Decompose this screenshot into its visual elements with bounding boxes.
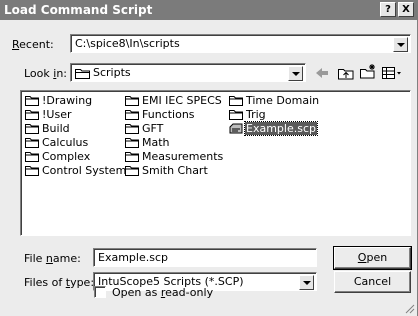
file-name-label: File name:	[24, 252, 81, 265]
list-item-label: Control Systems	[42, 164, 133, 177]
list-item-label: Measurements	[142, 150, 224, 163]
window-title: Load Command Script	[4, 3, 153, 17]
help-button[interactable]: ?	[380, 2, 396, 17]
close-icon: X	[402, 4, 410, 15]
list-item-label: Calculus	[42, 136, 89, 149]
read-only-checkbox[interactable]	[94, 286, 106, 298]
script-file-icon	[229, 123, 243, 134]
list-item-label: Time Domain	[246, 94, 320, 107]
look-in-value: Scripts	[93, 66, 131, 79]
recent-dropdown-button[interactable]	[393, 37, 408, 52]
file-list[interactable]: !Drawing !User Build Calculus Complex Control…	[20, 90, 411, 236]
folder-icon	[75, 69, 90, 79]
list-item-label: Functions	[142, 108, 195, 121]
list-item-label: EMI IEC SPECS	[142, 94, 222, 107]
folder-icon	[125, 96, 139, 106]
look-in-label: Look in:	[24, 67, 68, 80]
folder-icon	[125, 110, 139, 120]
read-only-label: Open as read-only	[112, 286, 214, 299]
folder-icon	[25, 96, 39, 106]
close-button[interactable]: X	[398, 2, 414, 17]
cancel-button[interactable]: Cancel	[334, 271, 411, 293]
new-folder-icon[interactable]	[358, 62, 378, 80]
folder-icon	[25, 152, 39, 162]
resize-grip-icon[interactable]	[403, 302, 415, 314]
list-item-label: Trig	[246, 108, 266, 121]
folder-icon	[25, 138, 39, 148]
list-item-label: !Drawing	[42, 94, 93, 107]
folder-icon	[25, 124, 39, 134]
view-menu-icon[interactable]	[380, 64, 406, 82]
title-bar: Load Command Script ? X	[0, 0, 418, 20]
list-item-label: Smith Chart	[142, 164, 208, 177]
file-type-dropdown-button[interactable]	[299, 275, 314, 290]
recent-path-value: C:\spice8\In\scripts	[75, 37, 180, 50]
folder-icon	[229, 110, 243, 120]
look-in-dropdown-button[interactable]	[288, 66, 303, 81]
file-name-input[interactable]: Example.scp	[93, 248, 317, 267]
folder-icon	[125, 166, 139, 176]
list-item-label: Example.scp	[244, 121, 318, 136]
back-arrow-icon[interactable]	[312, 64, 332, 82]
list-item-label: !User	[42, 108, 72, 121]
look-in-combobox[interactable]: Scripts	[70, 63, 306, 82]
folder-icon	[125, 124, 139, 134]
open-button[interactable]: Open	[333, 246, 412, 270]
load-command-script-dialog: Load Command Script ? X Recent: C:\spice…	[0, 0, 418, 316]
folder-icon	[125, 138, 139, 148]
list-item-label: Complex	[42, 150, 91, 163]
folder-icon	[25, 166, 39, 176]
file-name-value: Example.scp	[98, 251, 168, 264]
help-icon: ?	[385, 4, 391, 15]
folder-icon	[125, 152, 139, 162]
recent-combobox[interactable]: C:\spice8\In\scripts	[70, 34, 411, 53]
folder-icon	[25, 110, 39, 120]
recent-label: Recent:	[12, 38, 54, 51]
list-item-label: Math	[142, 136, 170, 149]
file-type-label: Files of type:	[24, 276, 95, 289]
up-folder-icon[interactable]	[336, 64, 356, 82]
list-item-label: Build	[42, 122, 70, 135]
folder-icon	[229, 96, 243, 106]
list-item-label: GFT	[142, 122, 164, 135]
